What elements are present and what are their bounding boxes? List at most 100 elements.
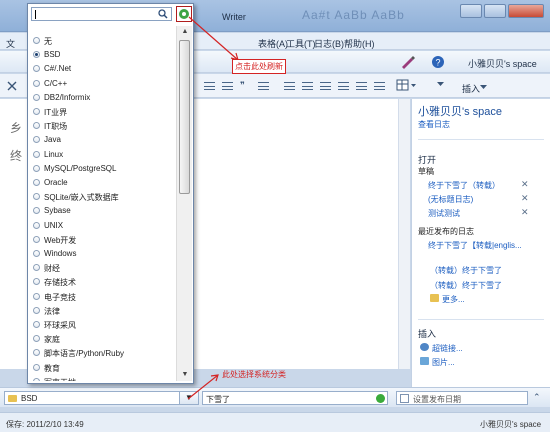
radio-button[interactable]: [33, 79, 40, 87]
publish-date-field[interactable]: 设置发布日期: [396, 391, 528, 405]
category-value: BSD: [21, 394, 38, 403]
chevron-down-icon[interactable]: [437, 82, 444, 87]
minimize-button[interactable]: [460, 4, 482, 18]
category-dropdown-button[interactable]: ▼: [179, 391, 199, 405]
menu-log[interactable]: 日志(B): [314, 37, 344, 50]
cut-icon[interactable]: [6, 80, 18, 92]
menu-help[interactable]: 帮助(H): [344, 37, 375, 50]
radio-button[interactable]: [33, 321, 40, 328]
insert-hyperlink-link[interactable]: 超链接...: [432, 343, 463, 354]
category-list-scrollbar[interactable]: ▲ ▼: [176, 26, 192, 381]
scroll-up-icon[interactable]: ▲: [177, 26, 193, 38]
category-option-label: IT职场: [44, 122, 68, 132]
close-button[interactable]: [508, 4, 544, 18]
radio-button[interactable]: [33, 108, 40, 115]
align-right-icon[interactable]: [320, 82, 331, 90]
insert-picture-link[interactable]: 图片...: [432, 357, 455, 368]
window-title: Writer: [222, 12, 246, 22]
saved-timestamp: 保存: 2011/2/10 13:49: [6, 420, 84, 429]
category-option-label: C/C++: [44, 78, 68, 88]
category-option-label: 家庭: [44, 335, 60, 345]
remove-draft-icon[interactable]: ✕: [521, 207, 529, 218]
hyperlink-icon: [420, 343, 429, 351]
radio-button[interactable]: [33, 292, 40, 300]
window-controls: [460, 4, 544, 18]
side-panel: 小雅贝贝's space 查看日志 打开 草稿 终于下雪了（转载） ✕ (无标题…: [411, 99, 550, 387]
quote-icon[interactable]: ❞: [240, 81, 251, 90]
remove-draft-icon[interactable]: ✕: [521, 193, 529, 204]
maximize-button[interactable]: [484, 4, 506, 18]
space-title: 小雅贝贝's space: [418, 106, 503, 118]
radio-button[interactable]: [33, 179, 40, 186]
category-option-label: 脚本语言/Python/Ruby: [44, 349, 125, 359]
view-log-link[interactable]: 查看日志: [418, 119, 450, 130]
radio-button[interactable]: [33, 150, 40, 158]
radio-button[interactable]: [33, 136, 40, 144]
radio-button[interactable]: [33, 349, 40, 357]
more-link[interactable]: 更多...: [442, 294, 465, 305]
radio-button[interactable]: [33, 264, 40, 272]
picture-icon: [420, 357, 429, 365]
remove-draft-icon[interactable]: ✕: [521, 179, 529, 190]
radio-button[interactable]: [33, 335, 40, 343]
menu-file[interactable]: 文: [6, 37, 15, 50]
radio-button[interactable]: [33, 221, 40, 229]
radio-button[interactable]: [33, 363, 40, 371]
publish-date-checkbox[interactable]: [400, 394, 409, 403]
menu-tools[interactable]: 工具(T): [286, 37, 316, 50]
menu-table[interactable]: 表格(A): [258, 37, 288, 50]
align-left-icon[interactable]: [284, 82, 295, 90]
open-heading: 打开: [418, 155, 437, 165]
search-icon[interactable]: [158, 9, 168, 19]
insert-menu[interactable]: 插入: [462, 82, 480, 95]
scroll-thumb[interactable]: [179, 40, 190, 194]
align-center-icon[interactable]: [302, 82, 313, 90]
svg-text:?: ?: [435, 58, 440, 68]
space-account-menu[interactable]: 小雅贝贝's space: [468, 57, 537, 70]
bullet-list-icon[interactable]: [204, 82, 215, 90]
radio-button[interactable]: [33, 235, 40, 243]
refresh-icon[interactable]: [376, 394, 385, 403]
radio-button[interactable]: [33, 122, 40, 130]
category-option-label: BSD: [44, 50, 61, 60]
horizontal-rule-icon[interactable]: [258, 82, 269, 90]
draft-item[interactable]: (无标题日志): [428, 194, 473, 205]
expand-icon[interactable]: ⌃: [533, 392, 541, 403]
scroll-down-icon[interactable]: ▼: [177, 369, 193, 381]
radio-button[interactable]: [33, 164, 40, 172]
editor-scrollbar[interactable]: [398, 99, 410, 369]
recent-post-link[interactable]: 终于下雪了【转载|englis...: [428, 240, 522, 251]
category-option-label: 环球采风: [44, 321, 76, 330]
divider: [418, 319, 544, 320]
category-dropdown-popup: 无 BSD C#/.Net C/C++ DB2/Informix IT业界 IT职场 Java…: [27, 3, 194, 384]
draft-item[interactable]: 终于下雪了（转载）: [428, 180, 500, 191]
help-icon[interactable]: ?: [431, 55, 445, 69]
refresh-icon: [179, 9, 189, 19]
radio-button[interactable]: [33, 93, 40, 101]
radio-button[interactable]: [33, 65, 40, 73]
radio-button[interactable]: [33, 193, 40, 201]
numbered-list-icon[interactable]: [222, 82, 233, 90]
justify-icon[interactable]: [338, 82, 349, 90]
category-select[interactable]: BSD ▼: [4, 391, 199, 405]
recent-post-link[interactable]: （转载）终于下雪了: [430, 280, 502, 291]
refresh-categories-button[interactable]: [176, 6, 192, 22]
category-option-label: IT业界: [44, 108, 68, 117]
table-menu-icon[interactable]: [396, 79, 416, 92]
radio-button[interactable]: [33, 278, 40, 286]
radio-button[interactable]: [33, 37, 40, 44]
radio-button[interactable]: [33, 207, 40, 215]
outdent-icon[interactable]: [374, 82, 385, 90]
draft-item[interactable]: 测试测试: [428, 208, 460, 219]
indent-icon[interactable]: [356, 82, 367, 90]
radio-button[interactable]: [33, 51, 40, 59]
radio-button[interactable]: [33, 377, 40, 381]
recent-post-link[interactable]: （转载）终于下雪了: [430, 265, 502, 276]
radio-button[interactable]: [33, 306, 40, 314]
ribbon-style-preview: Aa#t AaBb AaBb: [302, 8, 405, 22]
pen-icon[interactable]: [400, 55, 416, 69]
radio-button[interactable]: [33, 250, 40, 257]
category-option-label: Sybase: [44, 206, 71, 216]
tags-input[interactable]: 下雪了: [202, 391, 388, 405]
category-search-input[interactable]: [31, 7, 172, 21]
